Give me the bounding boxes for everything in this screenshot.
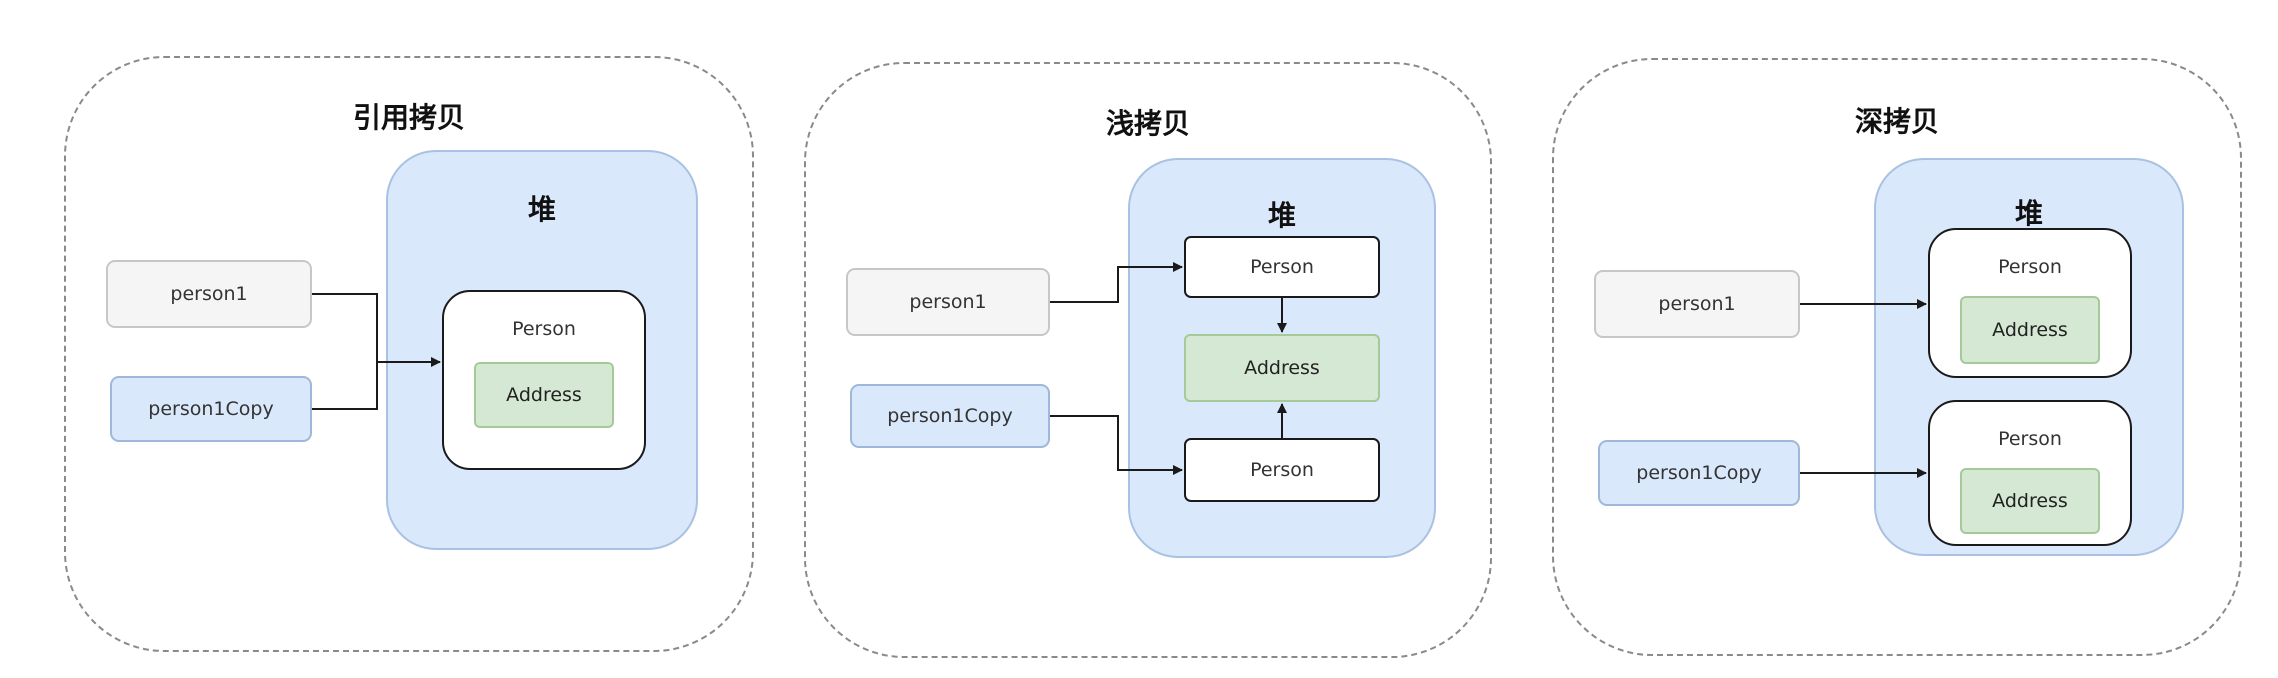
- address-field: Address: [474, 362, 614, 428]
- person1copy-variable: person1Copy: [110, 376, 312, 442]
- panel-title: 引用拷贝: [352, 101, 465, 134]
- diagram-canvas: 引用拷贝 堆 person1 person1Copy Person Addres…: [0, 0, 2278, 678]
- heap-label: 堆: [527, 193, 556, 226]
- person-object: Person: [1184, 236, 1380, 298]
- person1-variable: person1: [106, 260, 312, 328]
- address-field: Address: [1960, 468, 2100, 534]
- person-object-label: Person: [512, 318, 576, 340]
- panel-title: 深拷贝: [1854, 105, 1939, 138]
- person1-variable: person1: [1594, 270, 1800, 338]
- person1copy-variable: person1Copy: [1598, 440, 1800, 506]
- person1-variable: person1: [846, 268, 1050, 336]
- address-field: Address: [1960, 296, 2100, 364]
- person-object: Person: [1184, 438, 1380, 502]
- address-field: Address: [1184, 334, 1380, 402]
- person1copy-variable: person1Copy: [850, 384, 1050, 448]
- person-object-label: Person: [1998, 256, 2062, 278]
- heap-label: 堆: [2014, 197, 2043, 230]
- heap-label: 堆: [1267, 199, 1296, 232]
- person-object-label: Person: [1998, 428, 2062, 450]
- panel-title: 浅拷贝: [1105, 107, 1190, 140]
